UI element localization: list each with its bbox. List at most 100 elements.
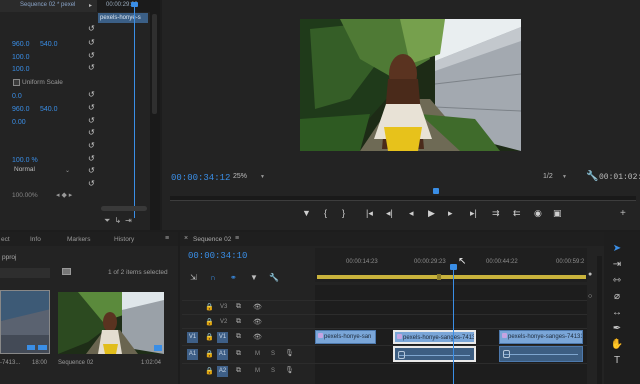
pen-tool-icon[interactable]: ✒ (610, 322, 624, 336)
reset-icon[interactable]: ↺ (88, 90, 95, 99)
track-target-v1[interactable]: V1 (217, 332, 228, 343)
lock-icon[interactable]: 🔒 (205, 367, 214, 375)
reset-icon[interactable]: ↺ (88, 51, 95, 60)
project-item-thumbnail[interactable] (0, 290, 50, 354)
reset-icon[interactable]: ↺ (88, 166, 95, 175)
eye-icon[interactable]: 👁 (253, 318, 262, 326)
step-back-frame-icon[interactable]: ◂ (409, 209, 414, 218)
timeline-playhead-handle[interactable] (450, 264, 457, 270)
loop-icon[interactable]: ⇥ (125, 216, 136, 225)
go-to-in-icon[interactable]: |◂ (366, 209, 373, 218)
hand-tool-icon[interactable]: ✋ (610, 338, 624, 352)
mark-in-icon[interactable]: { (324, 209, 327, 218)
resolution-select[interactable]: 1/2 (543, 173, 553, 180)
sequence-thumbnail[interactable] (58, 292, 164, 354)
lock-icon[interactable]: 🔒 (205, 333, 214, 341)
effect-controls-clip-bar[interactable]: pexels-honye-s (98, 13, 148, 23)
track-target-a1[interactable]: A1 (217, 349, 228, 360)
effect-controls-clip-tab[interactable]: Sequence 02 * pexel (20, 2, 75, 8)
tab-info[interactable]: Info (30, 236, 41, 243)
filter-icon[interactable]: ⏷ (104, 216, 114, 225)
zoom-select[interactable]: 25% (233, 173, 247, 180)
settings-dot-icon[interactable]: ● (588, 271, 592, 278)
reset-icon[interactable]: ↺ (88, 103, 95, 112)
panel-menu-icon[interactable]: ≡ (165, 235, 169, 242)
anti-flicker-value[interactable]: 0.00 (12, 119, 26, 126)
project-search-input[interactable] (0, 268, 50, 278)
video-clip[interactable]: pexels-honye-sanges-74131 (499, 330, 583, 344)
lock-icon[interactable]: 🔒 (205, 318, 214, 326)
ripple-edit-tool-icon[interactable]: ⇿ (610, 274, 624, 288)
chevron-down-icon[interactable]: ▼ (562, 174, 567, 180)
export-icon[interactable]: ↳ (114, 216, 125, 225)
tab-markers[interactable]: Markers (67, 236, 90, 243)
play-icon[interactable]: ▶ (428, 209, 435, 218)
reset-icon[interactable]: ↺ (88, 154, 95, 163)
microphone-icon[interactable]: 🎙 (285, 366, 294, 374)
timeline-vscroll[interactable] (597, 256, 602, 384)
solo-button[interactable]: S (271, 351, 275, 357)
effect-controls-hscroll[interactable] (101, 206, 147, 211)
effect-controls-footer-icons[interactable]: ⏷↳⇥ (104, 216, 136, 226)
razor-tool-icon[interactable]: ⌀ (610, 290, 624, 304)
anchor-x-value[interactable]: 960.0 (12, 106, 30, 113)
lock-icon[interactable]: 🔒 (205, 303, 214, 311)
position-x-value[interactable]: 960.0 (12, 41, 30, 48)
linked-selection-icon[interactable]: ⚭ (230, 274, 237, 282)
position-y-value[interactable]: 540.0 (40, 41, 58, 48)
reset-icon[interactable]: ↺ (88, 24, 95, 33)
selection-tool-icon[interactable]: ➤ (610, 242, 624, 256)
keyframe-nav-icon[interactable]: ◂ ◆ ▸ (56, 191, 72, 199)
settings-dot-icon[interactable]: ○ (588, 293, 592, 300)
extract-icon[interactable]: ⇇ (513, 209, 521, 218)
button-editor-icon[interactable]: + (620, 208, 626, 219)
source-patch-v1[interactable]: V1 (187, 332, 198, 343)
reset-icon[interactable]: ↺ (88, 38, 95, 47)
video-clip[interactable]: pexels-honye-san (315, 330, 376, 344)
mute-button[interactable]: M (255, 368, 260, 374)
effect-controls-playhead-handle[interactable] (131, 2, 138, 7)
audio-clip[interactable] (499, 346, 583, 362)
solo-button[interactable]: S (271, 368, 275, 374)
reset-icon[interactable]: ↺ (88, 63, 95, 72)
new-bin-icon[interactable] (62, 268, 71, 275)
step-back-icon[interactable]: ◂| (386, 209, 393, 218)
audio-clip-selected[interactable] (393, 346, 476, 362)
slip-tool-icon[interactable]: ↔ (610, 306, 624, 320)
sync-lock-icon[interactable]: ⧉ (236, 367, 241, 375)
nest-icon[interactable]: ⇲ (190, 274, 197, 282)
anchor-y-value[interactable]: 540.0 (40, 106, 58, 113)
source-patch-a1[interactable]: A1 (187, 349, 198, 360)
tab-project[interactable]: ect (1, 236, 10, 243)
reset-icon[interactable]: ↺ (88, 116, 95, 125)
tab-sequence[interactable]: Sequence 02 (193, 236, 231, 243)
rotation-value[interactable]: 0.0 (12, 93, 22, 100)
sync-lock-icon[interactable]: ⧉ (236, 318, 241, 326)
mute-button[interactable]: M (255, 351, 260, 357)
blend-mode-select[interactable]: Normal (14, 166, 72, 176)
snap-icon[interactable]: ∩ (210, 274, 216, 282)
timeline-playhead-line[interactable] (453, 266, 454, 384)
tab-arrow-icon[interactable]: ▸ (89, 2, 92, 9)
eye-icon[interactable]: 👁 (253, 333, 262, 341)
go-to-out-icon[interactable]: ▸| (470, 209, 477, 218)
chevron-down-icon[interactable]: ⌄ (65, 167, 70, 174)
work-area-bar[interactable] (317, 275, 586, 279)
scale-width-value[interactable]: 100.0 (12, 66, 30, 73)
lift-icon[interactable]: ⇉ (492, 209, 500, 218)
video-clip-selected[interactable]: pexels-honye-sanges-7413 (393, 330, 476, 344)
reset-icon[interactable]: ↺ (88, 128, 95, 137)
lock-icon[interactable]: 🔒 (205, 350, 214, 358)
comparison-view-icon[interactable]: ▣ (553, 209, 562, 218)
sync-lock-icon[interactable]: ⧉ (236, 350, 241, 358)
tab-history[interactable]: History (114, 236, 134, 243)
add-marker-icon[interactable]: ▼ (302, 209, 311, 218)
program-timecode[interactable]: 00:00:34:12 (171, 173, 230, 183)
step-forward-icon[interactable]: ▸ (448, 209, 453, 218)
timeline-timecode[interactable]: 00:00:34:10 (188, 251, 247, 261)
reset-icon[interactable]: ↺ (88, 141, 95, 150)
chevron-down-icon[interactable]: ▼ (260, 174, 265, 180)
sequence-item-name[interactable]: Sequence 02 (58, 360, 93, 366)
add-marker-icon[interactable]: ▼ (250, 274, 258, 282)
program-playhead[interactable] (433, 188, 439, 194)
